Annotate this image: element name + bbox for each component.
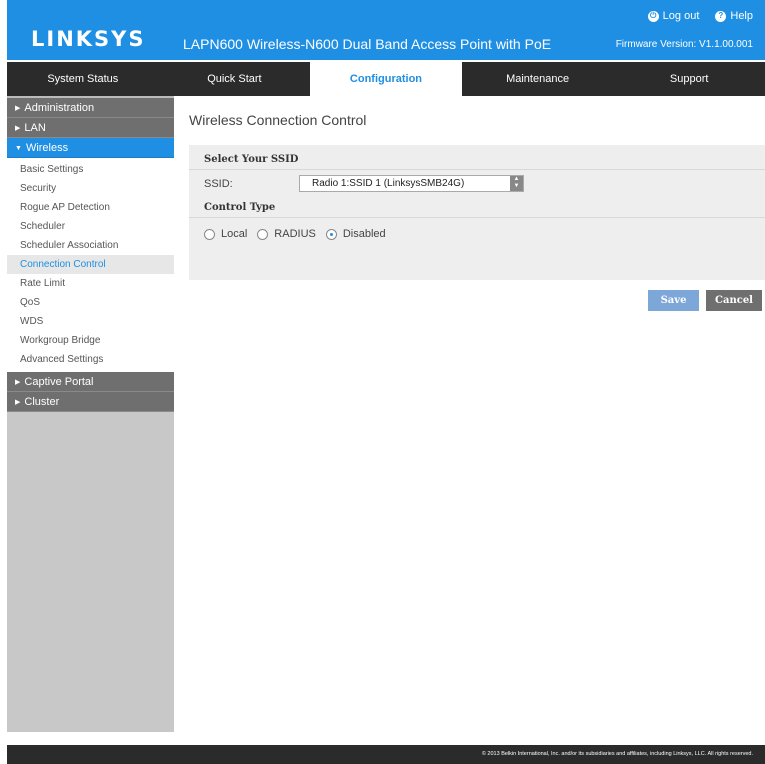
power-icon: ⏻ <box>647 10 659 22</box>
ssid-select[interactable]: Radio 1:SSID 1 (LinksysSMB24G) ▲ ▼ <box>299 175 524 192</box>
settings-panel: Select Your SSID SSID: Radio 1:SSID 1 (L… <box>189 145 765 280</box>
sidebar-item-basic-settings[interactable]: Basic Settings <box>7 160 174 179</box>
help-link[interactable]: ? Help <box>715 10 753 22</box>
sidebar-section-administration[interactable]: ▶ Administration <box>7 98 174 118</box>
sidebar-item-scheduler[interactable]: Scheduler <box>7 217 174 236</box>
ssid-section-title: Select Your SSID <box>204 154 299 165</box>
chevron-right-icon: ▶ <box>15 379 21 386</box>
chevron-down-icon: ▼ <box>15 145 22 152</box>
divider <box>189 217 765 218</box>
sidebar-item-wds[interactable]: WDS <box>7 312 174 331</box>
help-label: Help <box>730 10 753 22</box>
header-bar: LINKSYS LAPN600 Wireless-N600 Dual Band … <box>7 0 765 60</box>
cancel-button[interactable]: Cancel <box>706 290 762 311</box>
control-type-radio-group: Local RADIUS Disabled <box>204 228 396 240</box>
help-icon: ? <box>715 10 727 22</box>
radio-button[interactable] <box>257 228 269 240</box>
chevron-right-icon: ▶ <box>15 399 21 406</box>
sidebar-item-workgroup-bridge[interactable]: Workgroup Bridge <box>7 331 174 350</box>
radio-label: RADIUS <box>274 228 316 240</box>
firmware-version: Firmware Version: V1.1.00.001 <box>615 39 753 50</box>
radio-disabled[interactable]: Disabled <box>325 228 386 240</box>
main-tabs: System Status Quick Start Configuration … <box>7 62 765 96</box>
product-title: LAPN600 Wireless-N600 Dual Band Access P… <box>183 36 552 52</box>
tab-quick-start[interactable]: Quick Start <box>159 62 311 96</box>
tab-system-status[interactable]: System Status <box>7 62 159 96</box>
save-button[interactable]: Save <box>648 290 699 311</box>
ssid-select-value: Radio 1:SSID 1 (LinksysSMB24G) <box>312 178 465 189</box>
sidebar-item-rate-limit[interactable]: Rate Limit <box>7 274 174 293</box>
sidebar-section-label: Captive Portal <box>24 376 94 388</box>
sidebar-section-captive-portal[interactable]: ▶ Captive Portal <box>7 372 174 392</box>
tab-support[interactable]: Support <box>613 62 765 96</box>
footer-copyright: © 2013 Belkin International, Inc. and/or… <box>7 745 765 764</box>
tab-maintenance[interactable]: Maintenance <box>462 62 614 96</box>
sidebar-item-security[interactable]: Security <box>7 179 174 198</box>
chevron-right-icon: ▶ <box>15 105 21 112</box>
sidebar-item-scheduler-association[interactable]: Scheduler Association <box>7 236 174 255</box>
sidebar-section-label: Wireless <box>25 142 69 154</box>
sidebar-item-qos[interactable]: QoS <box>7 293 174 312</box>
sidebar-item-advanced-settings[interactable]: Advanced Settings <box>7 350 174 369</box>
sidebar-section-cluster[interactable]: ▶ Cluster <box>7 392 174 412</box>
sidebar-section-wireless[interactable]: ▼ Wireless <box>7 138 174 158</box>
sidebar-section-lan[interactable]: ▶ LAN <box>7 118 174 138</box>
radio-button[interactable] <box>204 228 215 240</box>
sidebar: ▶ Administration ▶ LAN ▼ Wireless Basic Set… <box>7 96 174 732</box>
sidebar-section-label: LAN <box>24 122 46 134</box>
select-arrows-icon: ▲ ▼ <box>510 176 523 191</box>
radio-local[interactable]: Local <box>204 228 247 240</box>
linksys-logo: LINKSYS <box>31 27 146 51</box>
top-links: ⏻ Log out ? Help <box>647 10 753 22</box>
sidebar-section-label: Administration <box>24 102 95 114</box>
radio-radius[interactable]: RADIUS <box>257 228 316 240</box>
control-type-section-title: Control Type <box>204 202 276 213</box>
logout-label: Log out <box>662 10 700 22</box>
chevron-right-icon: ▶ <box>15 125 21 132</box>
logout-link[interactable]: ⏻ Log out <box>647 10 700 22</box>
sidebar-item-rogue-ap-detection[interactable]: Rogue AP Detection <box>7 198 174 217</box>
ssid-label: SSID: <box>204 178 233 190</box>
wireless-submenu: Basic Settings Security Rogue AP Detecti… <box>7 158 174 372</box>
radio-label: Local <box>221 228 248 240</box>
divider <box>189 169 765 170</box>
radio-label: Disabled <box>342 228 386 240</box>
sidebar-item-connection-control[interactable]: Connection Control <box>7 255 174 274</box>
radio-button-selected[interactable] <box>325 228 337 240</box>
tab-configuration[interactable]: Configuration <box>310 62 462 96</box>
page-title: Wireless Connection Control <box>189 112 367 128</box>
sidebar-section-label: Cluster <box>24 396 60 408</box>
